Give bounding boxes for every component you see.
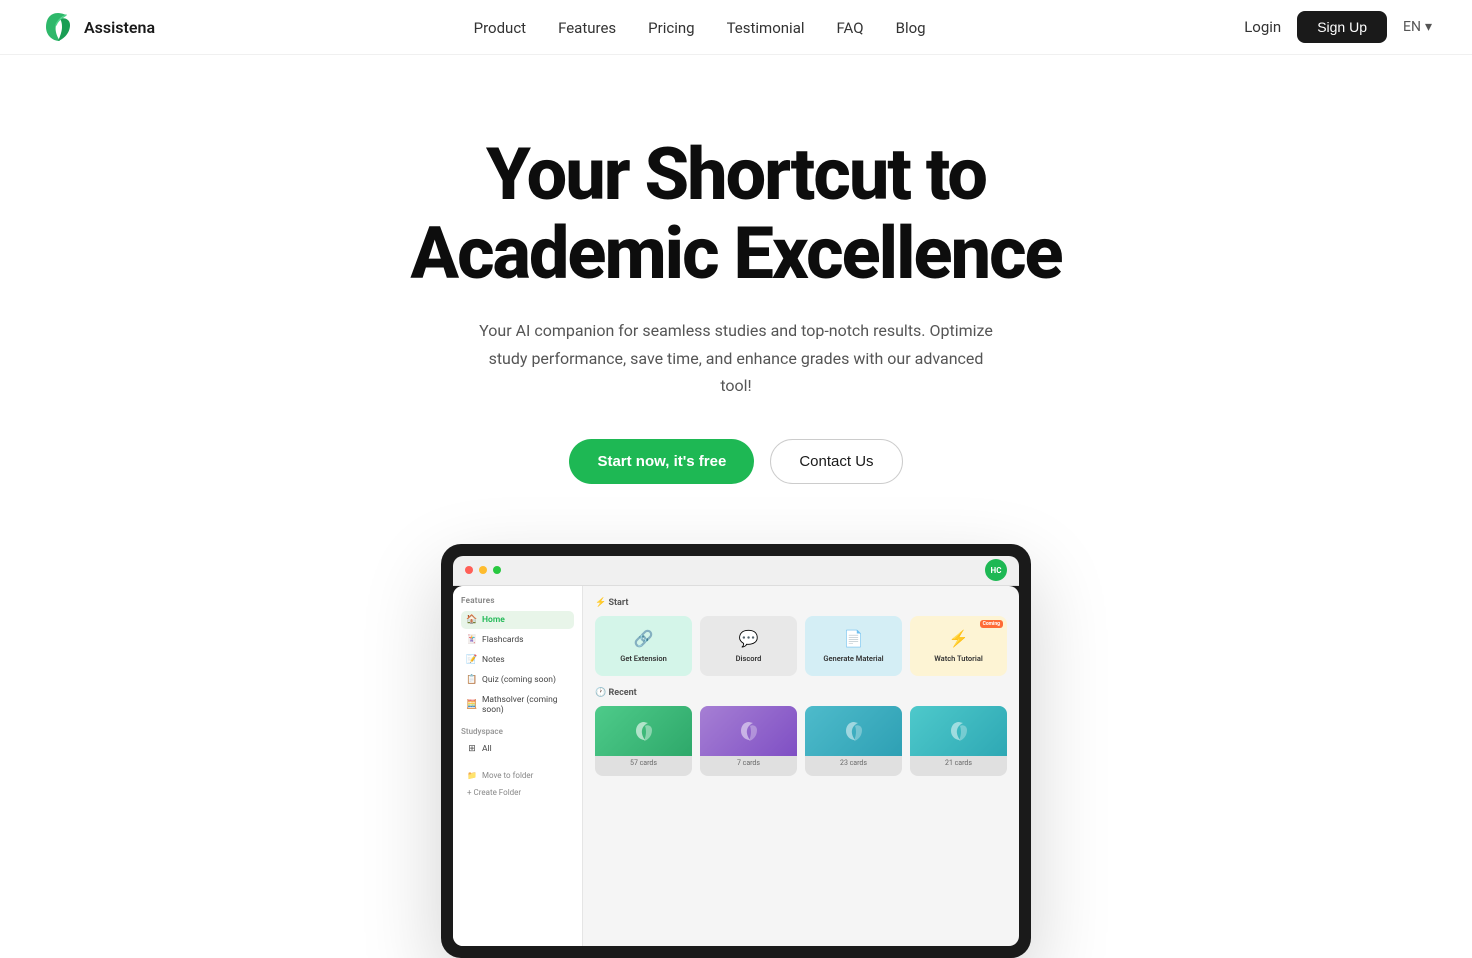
hero-subtitle: Your AI companion for seamless studies a…	[476, 317, 996, 399]
mathsolver-icon: 🧮	[467, 700, 477, 710]
action-cards-grid: 🔗 Get Extension 💬 Discord 📄 Generate Mat…	[595, 616, 1007, 676]
recent-card-3[interactable]: 23 cards	[805, 706, 902, 776]
device-screen: Features 🏠 Home 🃏 Flashcards 📝 Notes 📋 Q…	[453, 586, 1019, 946]
contact-us-button[interactable]: Contact Us	[770, 439, 902, 484]
all-icon: ⊞	[467, 744, 477, 754]
recent-section-title: 🕐 Recent	[595, 688, 1007, 698]
studyspace-label: Studyspace	[461, 727, 574, 736]
avatar: HC	[985, 559, 1007, 581]
card-get-extension[interactable]: 🔗 Get Extension	[595, 616, 692, 676]
hero-title: Your Shortcut to Academic Excellence	[410, 135, 1061, 293]
sidebar-item-mathsolver[interactable]: 🧮 Mathsolver (coming soon)	[461, 691, 574, 719]
recent-cards-grid: 57 cards 7 cards	[595, 706, 1007, 776]
nav-product[interactable]: Product	[474, 19, 526, 37]
login-link[interactable]: Login	[1244, 18, 1281, 36]
app-sidebar: Features 🏠 Home 🃏 Flashcards 📝 Notes 📋 Q…	[453, 586, 583, 946]
recent-card-2[interactable]: 7 cards	[700, 706, 797, 776]
notes-icon: 📝	[467, 655, 477, 665]
home-icon: 🏠	[467, 615, 477, 625]
card-watch-tutorial[interactable]: Coming ⚡ Watch Tutorial	[910, 616, 1007, 676]
maximize-dot	[493, 566, 501, 574]
brand-name: Assistena	[84, 18, 155, 37]
recent-card-img-2	[700, 706, 797, 756]
navbar: Assistena Product Features Pricing Testi…	[0, 0, 1472, 55]
sidebar-item-notes[interactable]: 📝 Notes	[461, 651, 574, 669]
close-dot	[465, 566, 473, 574]
folder-icon: 📁	[467, 771, 477, 780]
brand-logo[interactable]: Assistena	[40, 9, 155, 45]
recent-card-img-1	[595, 706, 692, 756]
generate-icon: 📄	[844, 629, 864, 648]
signup-button[interactable]: Sign Up	[1297, 11, 1387, 43]
device-topbar: HC	[453, 556, 1019, 586]
language-selector[interactable]: EN ▾	[1403, 19, 1432, 35]
sidebar-item-home[interactable]: 🏠 Home	[461, 611, 574, 629]
sidebar-item-quiz[interactable]: 📋 Quiz (coming soon)	[461, 671, 574, 689]
sidebar-item-all[interactable]: ⊞ All	[461, 740, 574, 758]
coming-badge: Coming	[980, 620, 1003, 628]
nav-right: Login Sign Up EN ▾	[1244, 11, 1432, 43]
recent-card-1[interactable]: 57 cards	[595, 706, 692, 776]
flashcards-icon: 🃏	[467, 635, 477, 645]
recent-card-img-4	[910, 706, 1007, 756]
move-to-folder[interactable]: 📁 Move to folder	[461, 768, 574, 783]
leaf-icon-3	[842, 719, 866, 743]
card-discord[interactable]: 💬 Discord	[700, 616, 797, 676]
chevron-down-icon: ▾	[1425, 19, 1432, 35]
leaf-icon-4	[947, 719, 971, 743]
device-mockup: HC Features 🏠 Home 🃏 Flashcards 📝 Notes	[0, 544, 1472, 958]
discord-icon: 💬	[739, 629, 759, 648]
recent-card-img-3	[805, 706, 902, 756]
nav-links: Product Features Pricing Testimonial FAQ…	[474, 18, 926, 37]
minimize-dot	[479, 566, 487, 574]
leaf-icon-2	[737, 719, 761, 743]
card-generate-material[interactable]: 📄 Generate Material	[805, 616, 902, 676]
extension-icon: 🔗	[634, 629, 654, 648]
lang-label: EN	[1403, 19, 1421, 35]
nav-features[interactable]: Features	[558, 19, 616, 37]
tutorial-icon: ⚡	[949, 629, 969, 648]
sidebar-item-flashcards[interactable]: 🃏 Flashcards	[461, 631, 574, 649]
start-now-button[interactable]: Start now, it's free	[569, 439, 754, 484]
nav-testimonial[interactable]: Testimonial	[727, 19, 805, 37]
hero-cta: Start now, it's free Contact Us	[569, 439, 902, 484]
device-frame: HC Features 🏠 Home 🃏 Flashcards 📝 Notes	[441, 544, 1031, 958]
hero-section: Your Shortcut to Academic Excellence You…	[0, 55, 1472, 484]
nav-blog[interactable]: Blog	[896, 19, 926, 37]
create-folder[interactable]: + Create Folder	[461, 785, 574, 800]
start-section-title: ⚡ Start	[595, 598, 1007, 608]
nav-pricing[interactable]: Pricing	[648, 19, 694, 37]
app-main: ⚡ Start 🔗 Get Extension 💬 Discord 📄 Gene…	[583, 586, 1019, 946]
nav-faq[interactable]: FAQ	[837, 19, 864, 37]
quiz-icon: 📋	[467, 675, 477, 685]
logo-icon	[40, 9, 76, 45]
leaf-icon-1	[632, 719, 656, 743]
recent-card-4[interactable]: 21 cards	[910, 706, 1007, 776]
sidebar-features-title: Features	[461, 596, 574, 605]
